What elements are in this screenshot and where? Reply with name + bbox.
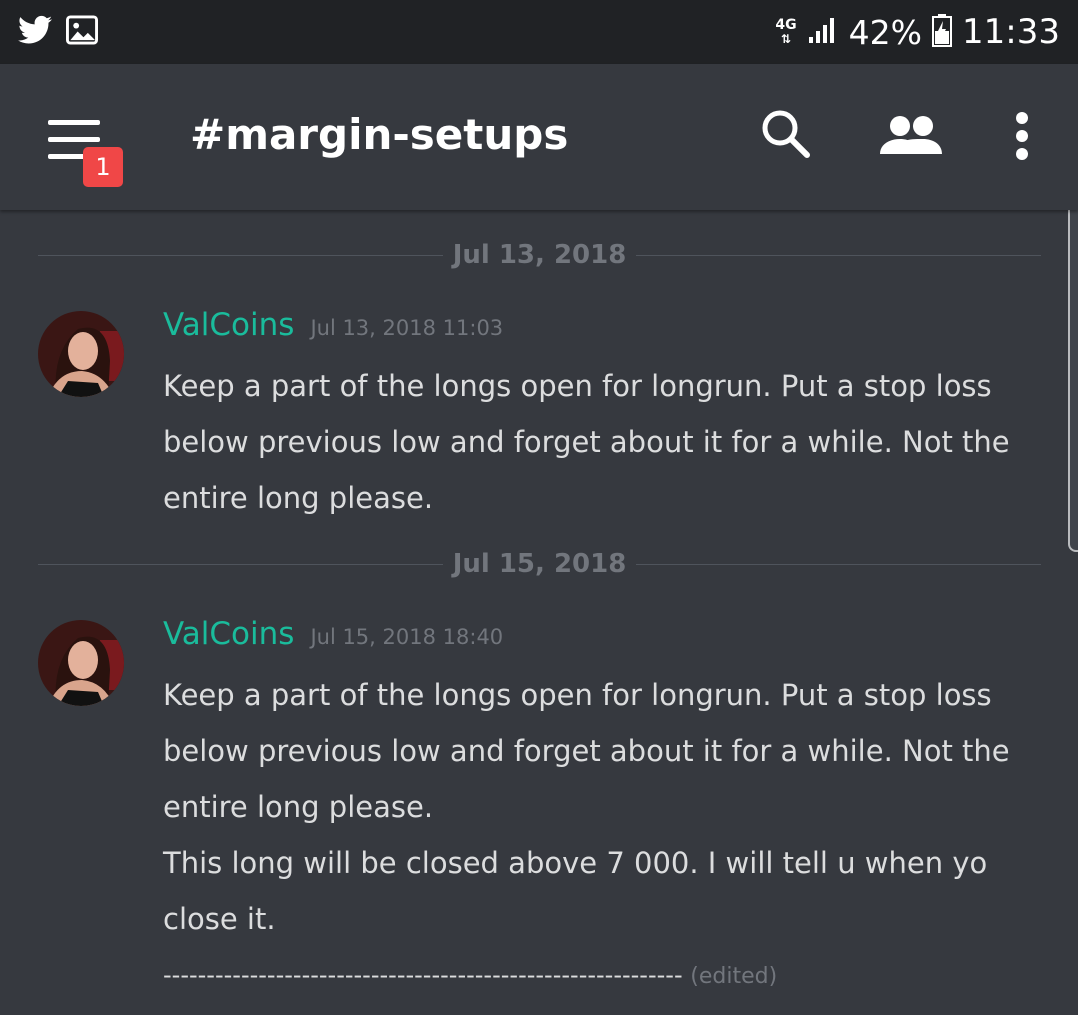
username[interactable]: ValCoins xyxy=(163,307,294,343)
scrollbar-thumb[interactable] xyxy=(1068,210,1078,552)
timestamp: Jul 13, 2018 11:03 xyxy=(310,316,504,340)
battery-percent: 42% xyxy=(848,12,923,52)
message-line: entire long please. xyxy=(163,790,434,824)
message-line: below previous low and forget about it f… xyxy=(163,425,1010,459)
status-bar: 4G ⇅ 42% 11:33 xyxy=(0,0,1078,64)
dash-line: ----------------------------------------… xyxy=(163,961,683,989)
message-line: entire long please. xyxy=(163,481,434,515)
avatar[interactable] xyxy=(38,620,124,706)
twitter-icon xyxy=(18,15,52,49)
message-body: Keep a part of the longs open for longru… xyxy=(163,358,1053,526)
image-icon xyxy=(66,15,98,49)
message-line: Keep a part of the longs open for longru… xyxy=(163,678,992,712)
edited-label: (edited) xyxy=(690,964,778,989)
date-divider: Jul 13, 2018 xyxy=(38,240,1041,270)
avatar[interactable] xyxy=(38,311,124,397)
message-list[interactable]: Jul 13, 2018 ValCoins Jul 13, 2018 11:03… xyxy=(0,210,1078,1015)
members-icon[interactable] xyxy=(880,114,942,162)
timestamp: Jul 15, 2018 18:40 xyxy=(310,625,504,649)
unread-badge: 1 xyxy=(83,147,123,187)
message-line: This long will be closed above 7 000. I … xyxy=(163,846,988,880)
message-line: close it. xyxy=(163,902,276,936)
message-line-separator: ----------------------------------------… xyxy=(163,947,1053,1005)
signal-icon xyxy=(807,15,839,49)
clock: 11:33 xyxy=(962,12,1060,52)
message-line: Keep a part of the longs open for longru… xyxy=(163,369,992,403)
message-header: ValCoins Jul 15, 2018 18:40 xyxy=(163,616,503,652)
username[interactable]: ValCoins xyxy=(163,616,294,652)
date-divider: Jul 15, 2018 xyxy=(38,549,1041,579)
message-header: ValCoins Jul 13, 2018 11:03 xyxy=(163,307,503,343)
battery-icon xyxy=(932,13,953,51)
more-vert-icon[interactable] xyxy=(1012,112,1032,164)
message-line: below previous low and forget about it f… xyxy=(163,734,1010,768)
message-body: Keep a part of the longs open for longru… xyxy=(163,667,1053,1005)
search-icon[interactable] xyxy=(760,108,812,164)
channel-title: #margin-setups xyxy=(190,110,569,159)
network-type: 4G ⇅ xyxy=(775,17,797,46)
channel-header: 1 #margin-setups xyxy=(0,64,1078,210)
